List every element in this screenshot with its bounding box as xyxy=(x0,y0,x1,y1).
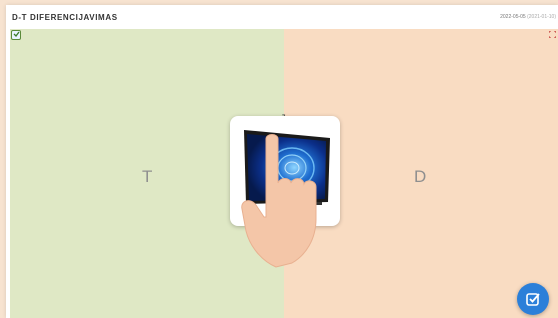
date-text: 2022-05-05 xyxy=(500,14,526,20)
help-icon[interactable] xyxy=(11,30,21,40)
activity-frame: D-T DIFERENCIJAVIMAS 2022-05-05 (2021-01… xyxy=(6,5,558,318)
date-info: 2022-05-05 (2021-01-10) xyxy=(500,14,556,20)
tv-icon xyxy=(244,130,330,205)
check-button[interactable] xyxy=(517,283,549,315)
zone-label-d: D xyxy=(414,167,427,186)
zone-label-t: T xyxy=(142,167,153,186)
page-title: D-T DIFERENCIJAVIMAS xyxy=(12,13,118,22)
date-sub-text: (2021-01-10) xyxy=(527,14,556,20)
draggable-card[interactable] xyxy=(230,116,340,226)
check-icon xyxy=(526,293,540,306)
header: D-T DIFERENCIJAVIMAS 2022-05-05 (2021-01… xyxy=(6,5,558,29)
fullscreen-icon[interactable] xyxy=(549,31,556,38)
